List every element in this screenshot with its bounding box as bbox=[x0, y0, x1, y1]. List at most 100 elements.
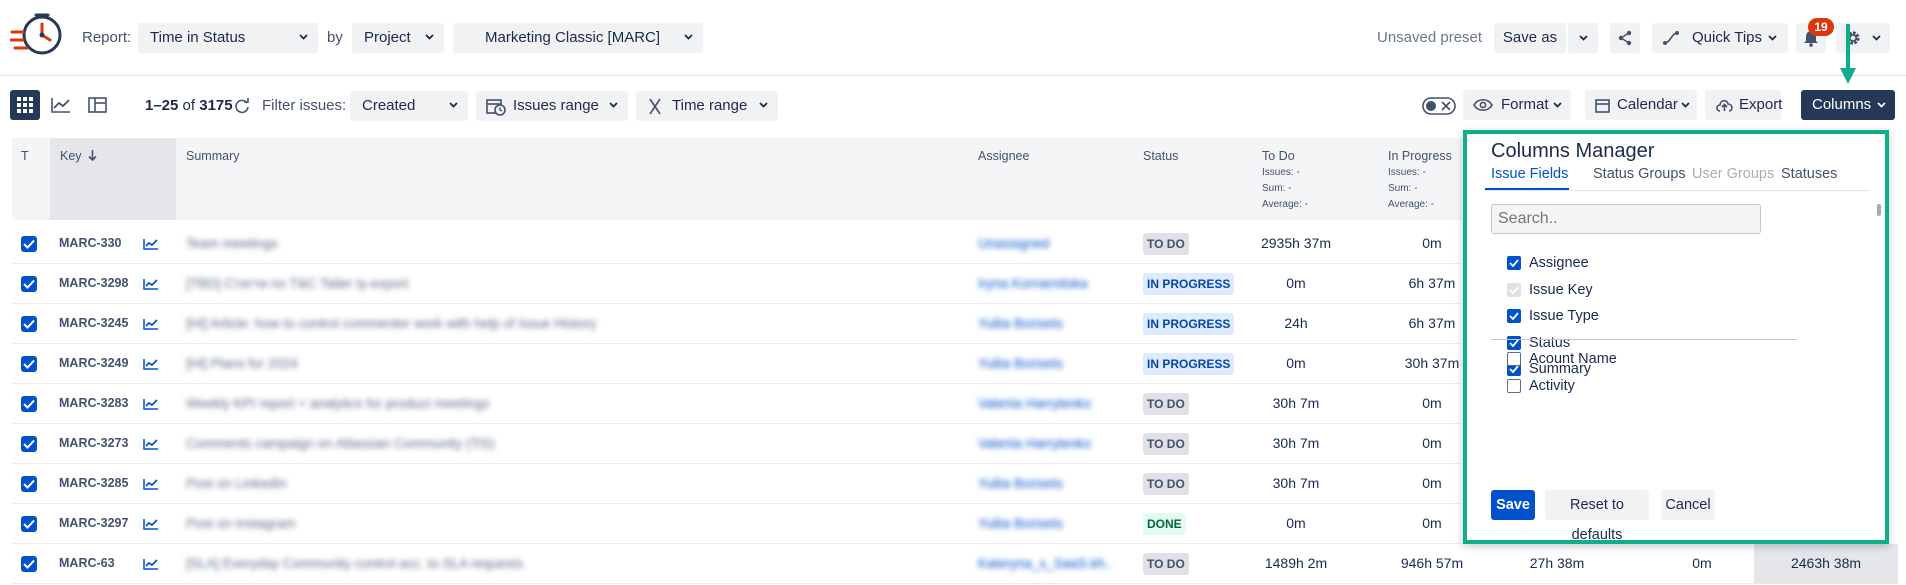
field-checkbox[interactable] bbox=[1507, 352, 1521, 366]
col-header-type[interactable]: T bbox=[21, 149, 29, 163]
row-checkbox[interactable] bbox=[21, 276, 37, 292]
trend-chart-button[interactable] bbox=[143, 238, 159, 253]
trend-chart-button[interactable] bbox=[143, 398, 159, 413]
format-button[interactable]: Format bbox=[1463, 90, 1571, 120]
trend-chart-button[interactable] bbox=[143, 318, 159, 333]
row-checkbox[interactable] bbox=[21, 436, 37, 452]
notifications-count-badge: 19 bbox=[1808, 18, 1834, 36]
trend-chart-button[interactable] bbox=[143, 558, 159, 573]
table-row[interactable]: MARC-3297 Post on Instagram Yuliia Boriset… bbox=[12, 504, 1462, 544]
cancel-button[interactable]: Cancel bbox=[1661, 490, 1715, 520]
filter-select[interactable]: Created bbox=[350, 91, 468, 121]
row-checkbox[interactable] bbox=[21, 316, 37, 332]
issue-assignee[interactable]: Yuliia Borisets bbox=[978, 516, 1063, 531]
tab-issue-fields[interactable]: Issue Fields bbox=[1491, 166, 1568, 182]
time-todo: 30h 7m bbox=[1272, 395, 1320, 411]
table-row[interactable]: MARC-3273 Comments campaign on Atlassian … bbox=[12, 424, 1462, 464]
issue-summary[interactable]: [TBD] Статти по T&C Tailer ty-export bbox=[186, 276, 409, 291]
grid-view-button[interactable] bbox=[10, 90, 40, 120]
trend-chart-button[interactable] bbox=[143, 278, 159, 293]
calendar-button[interactable]: Calendar bbox=[1585, 90, 1697, 120]
field-checkbox bbox=[1507, 282, 1521, 297]
row-checkbox[interactable] bbox=[21, 516, 37, 532]
panel-view-button[interactable] bbox=[82, 90, 112, 120]
trend-chart-button[interactable] bbox=[143, 358, 159, 373]
issues-range-label: Issues range bbox=[513, 97, 599, 114]
report-type-select[interactable]: Time in Status bbox=[138, 23, 318, 53]
field-checkbox[interactable] bbox=[1507, 309, 1521, 323]
field-checkbox[interactable] bbox=[1507, 335, 1521, 350]
share-button[interactable] bbox=[1610, 23, 1640, 53]
issue-key[interactable]: MARC-3249 bbox=[59, 356, 128, 370]
table-row[interactable]: MARC-330 Team meetings Unassigned TO DO 2935… bbox=[12, 224, 1462, 264]
issue-key[interactable]: MARC-3285 bbox=[59, 476, 128, 490]
issues-range-button[interactable]: Issues range bbox=[476, 91, 628, 121]
issue-summary[interactable]: Post on LinkedIn bbox=[186, 476, 287, 491]
tab-status-groups[interactable]: Status Groups bbox=[1593, 166, 1686, 182]
row-checkbox[interactable] bbox=[21, 396, 37, 412]
issue-summary[interactable]: Post on Instagram bbox=[186, 516, 296, 531]
issue-assignee[interactable]: Valeriia Harrylenko bbox=[978, 436, 1091, 451]
issue-summary[interactable]: Comments campaign on Atlassian Community… bbox=[186, 436, 495, 451]
trend-chart-button[interactable] bbox=[143, 478, 159, 493]
issue-summary[interactable]: Weekly KPI report + analytics for produc… bbox=[186, 396, 489, 411]
row-checkbox[interactable] bbox=[21, 236, 37, 252]
table-row[interactable]: MARC-3298 [TBD] Статти по T&C Tailer ty-e… bbox=[12, 264, 1462, 304]
issue-key[interactable]: MARC-3283 bbox=[59, 396, 128, 410]
row-checkbox[interactable] bbox=[21, 356, 37, 372]
table-row[interactable]: MARC-3283 Weekly KPI report + analytics f… bbox=[12, 384, 1462, 424]
fields-scrollbar[interactable] bbox=[1877, 204, 1881, 216]
save-as-button[interactable]: Save as bbox=[1494, 23, 1566, 53]
row-checkbox[interactable] bbox=[21, 556, 37, 572]
save-options-button[interactable] bbox=[1568, 23, 1598, 53]
col-header-key[interactable]: Key bbox=[60, 149, 97, 163]
table-row[interactable]: MARC-3245 [HI] Article: how to control co… bbox=[12, 304, 1462, 344]
quick-tips-button[interactable]: Quick Tips bbox=[1652, 23, 1788, 53]
trend-chart-icon bbox=[143, 359, 158, 370]
issue-assignee[interactable]: Yuliia Borisets bbox=[978, 356, 1063, 371]
issue-summary[interactable]: [HI] Plans for 2024 bbox=[186, 356, 298, 371]
export-button[interactable]: Export bbox=[1705, 90, 1782, 120]
issue-summary[interactable]: [SLA] Everyday Community control acc. to… bbox=[186, 556, 523, 571]
project-select[interactable]: Marketing Classic [MARC] bbox=[453, 23, 703, 53]
trend-chart-button[interactable] bbox=[143, 438, 159, 453]
refresh-icon[interactable] bbox=[234, 98, 250, 114]
row-checkbox[interactable] bbox=[21, 476, 37, 492]
col-header-todo[interactable]: To Do bbox=[1262, 149, 1295, 163]
issue-key[interactable]: MARC-3245 bbox=[59, 316, 128, 330]
stat-issues: Issues: - bbox=[1262, 167, 1300, 178]
issue-key[interactable]: MARC-3298 bbox=[59, 276, 128, 290]
table-row[interactable]: MARC-3285 Post on LinkedIn Yuliia Borisets… bbox=[12, 464, 1462, 504]
chart-view-button[interactable] bbox=[46, 90, 76, 120]
time-range-button[interactable]: Time range bbox=[636, 91, 778, 121]
issue-assignee[interactable]: Kateryna_s_SaaS.kh.. bbox=[978, 556, 1112, 571]
columns-button[interactable]: Columns bbox=[1801, 90, 1895, 120]
toggle-switch[interactable] bbox=[1422, 97, 1456, 115]
project-value: Marketing Classic [MARC] bbox=[485, 29, 661, 46]
issue-assignee[interactable]: Iryna Kornarnitska bbox=[978, 276, 1088, 291]
table-row[interactable]: MARC-63 [SLA] Everyday Community control … bbox=[12, 544, 1898, 584]
issue-assignee[interactable]: Yuliia Borisets bbox=[978, 316, 1063, 331]
issue-key[interactable]: MARC-63 bbox=[59, 556, 115, 570]
issue-assignee[interactable]: Unassigned bbox=[978, 236, 1049, 251]
issue-summary[interactable]: Team meetings bbox=[186, 236, 278, 251]
issue-key[interactable]: MARC-3297 bbox=[59, 516, 128, 530]
field-checkbox[interactable] bbox=[1507, 378, 1521, 393]
save-button[interactable]: Save bbox=[1491, 490, 1535, 520]
issue-assignee[interactable]: Valeriia Harrylenko bbox=[978, 396, 1091, 411]
field-checkbox[interactable] bbox=[1507, 256, 1521, 270]
issue-summary[interactable]: [HI] Article: how to control commenter w… bbox=[186, 316, 596, 331]
issue-key[interactable]: MARC-330 bbox=[59, 236, 122, 250]
col-header-in-progress[interactable]: In Progress bbox=[1388, 149, 1452, 163]
table-row[interactable]: MARC-3249 [HI] Plans for 2024 Yuliia Boris… bbox=[12, 344, 1462, 384]
groupby-select[interactable]: Project bbox=[352, 23, 444, 53]
trend-chart-button[interactable] bbox=[143, 518, 159, 533]
reset-defaults-button[interactable]: Reset to defaults bbox=[1545, 490, 1649, 543]
issue-key[interactable]: MARC-3273 bbox=[59, 436, 128, 450]
columns-search-input[interactable] bbox=[1491, 204, 1761, 234]
col-header-summary[interactable]: Summary bbox=[186, 149, 239, 163]
col-header-assignee[interactable]: Assignee bbox=[978, 149, 1029, 163]
col-header-status[interactable]: Status bbox=[1143, 149, 1178, 163]
issue-assignee[interactable]: Yuliia Borisets bbox=[978, 476, 1063, 491]
tab-statuses[interactable]: Statuses bbox=[1781, 166, 1837, 182]
